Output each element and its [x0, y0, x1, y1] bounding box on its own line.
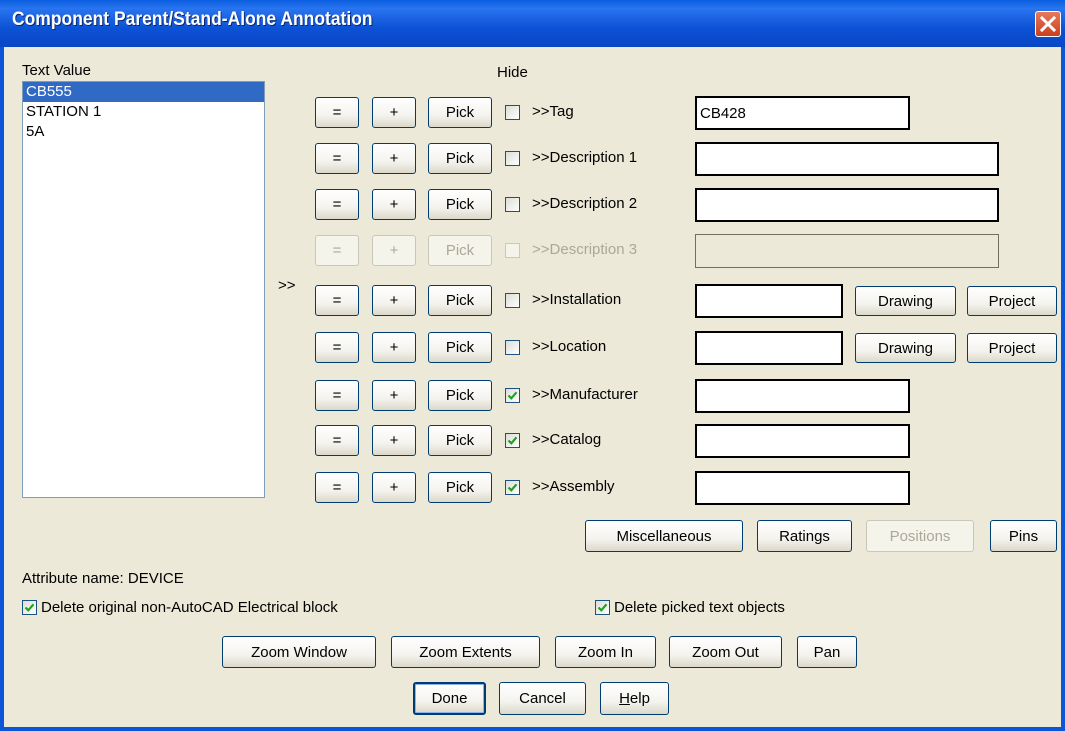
plus-button[interactable]: +: [372, 143, 416, 174]
field-label: >>Location: [532, 338, 607, 355]
title-bar: Component Parent/Stand-Alone Annotation: [0, 0, 1065, 47]
pick-button[interactable]: Pick: [428, 425, 492, 456]
checkmark-icon: [507, 483, 518, 492]
hide-checkbox[interactable]: [505, 293, 520, 308]
field-label: >>Manufacturer: [532, 386, 638, 403]
help-label-rest: elp: [629, 690, 650, 707]
close-button[interactable]: [1035, 11, 1061, 37]
attribute-name-label: Attribute name: DEVICE: [22, 570, 184, 587]
pick-button[interactable]: Pick: [428, 285, 492, 316]
installation-drawing-button[interactable]: Drawing: [855, 286, 956, 316]
field-label: >>Description 2: [532, 195, 638, 212]
window-title: Component Parent/Stand-Alone Annotation: [12, 9, 373, 30]
plus-button[interactable]: +: [372, 235, 416, 266]
field-label: >>Description 3: [532, 241, 638, 258]
equals-button[interactable]: =: [315, 189, 359, 220]
text-value-list[interactable]: CB555 STATION 1 5A: [22, 81, 265, 498]
field-input[interactable]: [695, 234, 999, 268]
equals-button[interactable]: =: [315, 285, 359, 316]
done-button[interactable]: Done: [413, 682, 486, 715]
hide-column-label: Hide: [497, 64, 528, 81]
field-label: >>Description 1: [532, 149, 638, 166]
window-border-right: [1061, 47, 1065, 731]
field-label: >>Catalog: [532, 431, 602, 448]
plus-button[interactable]: +: [372, 472, 416, 503]
installation-project-button[interactable]: Project: [967, 286, 1057, 316]
pick-button[interactable]: Pick: [428, 143, 492, 174]
hide-checkbox[interactable]: [505, 480, 520, 495]
field-label: >>Tag: [532, 103, 574, 120]
delete-picked-label: Delete picked text objects: [614, 599, 785, 616]
pins-button[interactable]: Pins: [990, 520, 1057, 552]
zoom-extents-button[interactable]: Zoom Extents: [391, 636, 540, 668]
field-input[interactable]: [695, 96, 910, 130]
field-input[interactable]: [695, 142, 999, 176]
hide-checkbox[interactable]: [505, 340, 520, 355]
equals-button[interactable]: =: [315, 472, 359, 503]
plus-button[interactable]: +: [372, 425, 416, 456]
field-input[interactable]: [695, 379, 910, 413]
hide-checkbox[interactable]: [505, 388, 520, 403]
list-item[interactable]: 5A: [23, 122, 264, 142]
hide-checkbox[interactable]: [505, 197, 520, 212]
location-project-button[interactable]: Project: [967, 333, 1057, 363]
field-input[interactable]: [695, 284, 843, 318]
list-item[interactable]: CB555: [23, 82, 264, 102]
close-icon: [1040, 16, 1056, 32]
pick-button[interactable]: Pick: [428, 472, 492, 503]
positions-button[interactable]: Positions: [866, 520, 974, 552]
delete-picked-checkbox[interactable]: [595, 600, 610, 615]
field-input[interactable]: [695, 471, 910, 505]
pan-button[interactable]: Pan: [797, 636, 857, 668]
hide-checkbox[interactable]: [505, 151, 520, 166]
equals-button[interactable]: =: [315, 380, 359, 411]
delete-original-label: Delete original non-AutoCAD Electrical b…: [41, 599, 338, 616]
equals-button[interactable]: =: [315, 235, 359, 266]
pick-button[interactable]: Pick: [428, 189, 492, 220]
checkmark-icon: [24, 603, 35, 612]
pick-button[interactable]: Pick: [428, 235, 492, 266]
pick-button[interactable]: Pick: [428, 97, 492, 128]
equals-button[interactable]: =: [315, 425, 359, 456]
pick-button[interactable]: Pick: [428, 332, 492, 363]
plus-button[interactable]: +: [372, 332, 416, 363]
checkmark-icon: [507, 436, 518, 445]
equals-button[interactable]: =: [315, 143, 359, 174]
zoom-in-button[interactable]: Zoom In: [555, 636, 656, 668]
list-item[interactable]: STATION 1: [23, 102, 264, 122]
location-drawing-button[interactable]: Drawing: [855, 333, 956, 363]
help-mnemonic: H: [619, 690, 630, 707]
cancel-button[interactable]: Cancel: [499, 682, 586, 715]
window-border-bottom: [0, 727, 1065, 731]
delete-original-checkbox[interactable]: [22, 600, 37, 615]
field-input[interactable]: [695, 424, 910, 458]
text-value-label: Text Value: [22, 62, 91, 79]
field-label: >>Installation: [532, 291, 622, 308]
miscellaneous-button[interactable]: Miscellaneous: [585, 520, 743, 552]
checkmark-icon: [507, 391, 518, 400]
field-label: >>Assembly: [532, 478, 615, 495]
pick-button[interactable]: Pick: [428, 380, 492, 411]
field-input[interactable]: [695, 331, 843, 365]
equals-button[interactable]: =: [315, 332, 359, 363]
hide-checkbox[interactable]: [505, 433, 520, 448]
hide-checkbox[interactable]: [505, 105, 520, 120]
plus-button[interactable]: +: [372, 189, 416, 220]
transfer-arrow: >>: [278, 277, 296, 294]
window-border-left: [0, 47, 4, 731]
ratings-button[interactable]: Ratings: [757, 520, 852, 552]
equals-button[interactable]: =: [315, 97, 359, 128]
hide-checkbox[interactable]: [505, 243, 520, 258]
checkmark-icon: [597, 603, 608, 612]
plus-button[interactable]: +: [372, 97, 416, 128]
plus-button[interactable]: +: [372, 380, 416, 411]
field-input[interactable]: [695, 188, 999, 222]
zoom-window-button[interactable]: Zoom Window: [222, 636, 376, 668]
help-button[interactable]: Help: [600, 682, 669, 715]
plus-button[interactable]: +: [372, 285, 416, 316]
zoom-out-button[interactable]: Zoom Out: [669, 636, 782, 668]
